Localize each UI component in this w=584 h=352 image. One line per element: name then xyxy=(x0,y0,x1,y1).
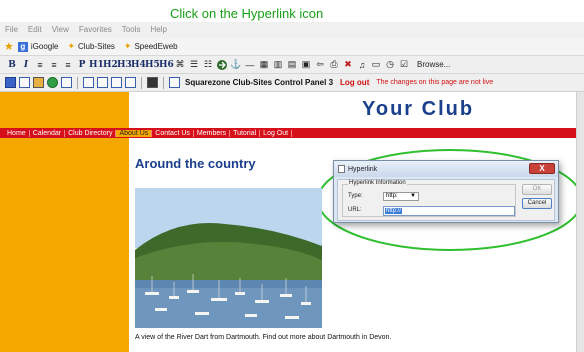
menu-view[interactable]: View xyxy=(52,25,69,38)
site-nav: Home Calendar Club Directory About Us Co… xyxy=(0,128,576,138)
preview-icon[interactable] xyxy=(61,77,72,88)
form-icon[interactable]: ▤ xyxy=(285,59,299,70)
nav-about-us[interactable]: About Us xyxy=(116,129,153,137)
url-label: URL: xyxy=(348,207,362,213)
globe-icon[interactable] xyxy=(47,77,58,88)
image-icon[interactable]: ▦ xyxy=(257,59,271,70)
page-title: Your Club xyxy=(362,98,475,120)
close-button[interactable]: X xyxy=(529,163,555,174)
clock-icon[interactable]: ◷ xyxy=(383,59,397,70)
delete-icon[interactable]: ✖ xyxy=(341,59,355,70)
photo-caption: A view of the River Dart from Dartmouth.… xyxy=(135,334,392,341)
nav-tutorial[interactable]: Tutorial xyxy=(230,129,261,137)
favorite-speedeweb-label: SpeedEweb xyxy=(134,42,178,51)
nav-club-directory[interactable]: Club Directory xyxy=(65,129,117,137)
menu-file[interactable]: File xyxy=(5,25,18,38)
control-panel-title: Squarezone Club-Sites Control Panel 3 xyxy=(185,78,334,87)
save-icon[interactable] xyxy=(5,77,16,88)
paste-icon[interactable] xyxy=(111,77,122,88)
url-input-value: http:// xyxy=(385,208,403,214)
toolbar-divider xyxy=(77,76,78,89)
align-left-icon[interactable]: ≡ xyxy=(33,60,47,70)
heading6-button[interactable]: H6 xyxy=(159,60,174,70)
heading5-button[interactable]: H5 xyxy=(145,60,160,70)
hyperlink-dialog: Hyperlink X Hyperlink Information Type: … xyxy=(333,160,559,223)
italic-button[interactable]: I xyxy=(19,60,33,70)
source-view-icon[interactable] xyxy=(169,77,180,88)
heading3-button[interactable]: H3 xyxy=(117,60,132,70)
paragraph-button[interactable]: P xyxy=(75,60,89,70)
copy-icon[interactable] xyxy=(97,77,108,88)
type-select-value: http: xyxy=(386,193,398,199)
menu-favorites[interactable]: Favorites xyxy=(79,25,112,38)
menu-tools[interactable]: Tools xyxy=(122,25,141,38)
menu-help[interactable]: Help xyxy=(150,25,166,38)
nav-members[interactable]: Members xyxy=(194,129,231,137)
align-center-icon[interactable]: ≡ xyxy=(47,60,61,70)
hyperlink-icon[interactable] xyxy=(215,59,229,71)
heading2-button[interactable]: H2 xyxy=(103,60,118,70)
browse-button[interactable]: Browse... xyxy=(417,60,450,69)
editor-toolbar-actions: Squarezone Club-Sites Control Panel 3 Lo… xyxy=(0,74,584,92)
favorite-club-sites[interactable]: ✦ Club-Sites xyxy=(67,41,114,52)
section-heading: Around the country xyxy=(135,156,256,171)
google-icon: g xyxy=(17,41,28,52)
toolbar-divider xyxy=(141,76,142,89)
type-select[interactable]: http: ▼ xyxy=(383,192,419,201)
nav-log-out[interactable]: Log Out xyxy=(260,129,293,137)
url-input[interactable]: http:// xyxy=(383,206,515,216)
nav-contact-us[interactable]: Contact Us xyxy=(152,129,194,137)
favorites-star-icon[interactable]: ★ xyxy=(4,40,14,53)
nav-calendar[interactable]: Calendar xyxy=(30,129,66,137)
numbered-list-icon[interactable]: ☷ xyxy=(201,59,215,70)
new-page-icon[interactable] xyxy=(19,77,30,88)
bullet-list-icon[interactable]: ☰ xyxy=(187,59,201,70)
paste-text-icon[interactable] xyxy=(125,77,136,88)
heading1-button[interactable]: H1 xyxy=(89,60,104,70)
music-icon[interactable]: ♫ xyxy=(355,60,369,70)
menu-edit[interactable]: Edit xyxy=(28,25,42,38)
vertical-scrollbar[interactable] xyxy=(576,92,584,352)
horizontal-rule-icon[interactable]: — xyxy=(243,60,257,70)
favorite-speedeweb[interactable]: ✦ SpeedEweb xyxy=(124,41,178,52)
favorite-club-sites-label: Club-Sites xyxy=(78,42,115,51)
cancel-button[interactable]: Cancel xyxy=(522,198,552,209)
dialog-title: Hyperlink xyxy=(348,165,378,173)
anchor-icon[interactable]: ⚓ xyxy=(229,59,243,70)
check-icon[interactable]: ☑ xyxy=(397,59,411,70)
cut-icon[interactable] xyxy=(83,77,94,88)
dialog-titlebar[interactable]: Hyperlink X xyxy=(334,161,558,177)
lock-icon[interactable] xyxy=(147,77,158,88)
bold-button[interactable]: B xyxy=(5,60,19,70)
open-folder-icon[interactable] xyxy=(33,77,44,88)
favorites-bar: ★ g iGoogle ✦ Club-Sites ✦ SpeedEweb xyxy=(0,38,584,56)
document-icon xyxy=(338,165,345,173)
favorite-igoogle[interactable]: g iGoogle xyxy=(17,41,59,52)
nav-home[interactable]: Home xyxy=(4,129,30,137)
annotation-callout: Click on the Hyperlink icon xyxy=(170,6,324,21)
chevron-down-icon: ▼ xyxy=(410,193,416,199)
dialog-body: Hyperlink Information Type: http: ▼ URL:… xyxy=(337,179,555,221)
browser-menu-bar: File Edit View Favorites Tools Help xyxy=(0,22,584,38)
favorite-igoogle-label: iGoogle xyxy=(30,42,59,51)
page-favicon-icon: ✦ xyxy=(123,41,132,51)
river-dart-photo xyxy=(135,188,322,328)
undo-icon[interactable]: ⇦ xyxy=(313,59,327,70)
toolbar-divider xyxy=(163,76,164,89)
group-label: Hyperlink Information xyxy=(348,180,407,186)
clear-format-icon[interactable]: ⌘ xyxy=(173,59,187,70)
not-live-warning: The changes on this page are not live xyxy=(376,79,494,86)
align-right-icon[interactable]: ≡ xyxy=(61,60,75,70)
logout-link[interactable]: Log out xyxy=(340,78,369,87)
editor-toolbar-format: B I ≡ ≡ ≡ P H1 H2 H3 H4 H5 H6 ⌘ ☰ ☷ ⚓ — … xyxy=(0,56,584,74)
layer-icon[interactable]: ▣ xyxy=(299,59,313,70)
table-icon[interactable]: ▥ xyxy=(271,59,285,70)
hyperlink-info-group: Hyperlink Information Type: http: ▼ URL:… xyxy=(342,180,516,217)
print-icon[interactable]: ⎙ xyxy=(327,59,341,70)
type-label: Type: xyxy=(348,193,363,199)
media-icon[interactable]: ▭ xyxy=(369,59,383,70)
heading4-button[interactable]: H4 xyxy=(131,60,146,70)
ok-button[interactable]: OK xyxy=(522,184,552,195)
page-favicon-icon: ✦ xyxy=(67,41,75,51)
